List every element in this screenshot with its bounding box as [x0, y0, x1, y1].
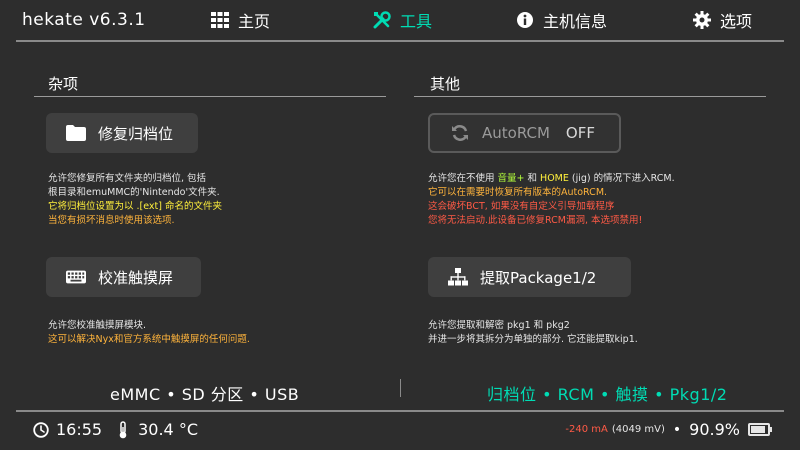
tab-label: 主页 [238, 12, 271, 31]
section-title-other: 其他 [430, 75, 461, 93]
temperature: 30.4 °C [138, 420, 198, 439]
repair-description: 允许您修复所有文件夹的归档位, 包括 根目录和emuMMC的'Nintendo'… [48, 172, 222, 228]
section-divider [34, 96, 386, 97]
desc-line: 这会破坏BCT, 如果没有自定义引导加载程序 [428, 201, 615, 212]
autorcm-description: 允许您在不使用 音量+ 和 HOME (jig) 的情况下进入RCM. 它可以在… [428, 172, 675, 228]
keyboard-icon [66, 267, 86, 287]
button-label: 提取Package1/2 [480, 268, 597, 287]
tab-label: 主机信息 [543, 12, 608, 31]
desc-line: 允许您修复所有文件夹的归档位, 包括 [48, 173, 207, 184]
tab-home[interactable]: 主页 [210, 9, 270, 31]
volume-up-text: 音量+ [497, 173, 525, 184]
battery-icon [748, 423, 772, 436]
section-divider [414, 96, 766, 97]
status-left: 16:55 30.4 °C [32, 420, 198, 439]
autorcm-toggle-button[interactable]: AutoRCM OFF [428, 113, 621, 153]
desc-line: 您将无法启动.此设备已修复RCM漏洞, 本选项禁用! [428, 215, 643, 226]
separator-dot: • [672, 421, 682, 438]
thermometer-icon [114, 420, 132, 439]
info-icon [515, 10, 535, 30]
desc-line: 根目录和emuMMC的'Nintendo'文件夹. [48, 187, 220, 198]
battery-fill [751, 426, 766, 433]
battery-voltage: (4049 mV) [611, 424, 665, 435]
tab-options[interactable]: 选项 [692, 9, 752, 31]
top-bar: hekate v6.3.1 主页 工具 主机信息 选项 [0, 0, 800, 40]
battery-percent: 90.9% [689, 420, 740, 439]
section-title-misc: 杂项 [48, 75, 79, 93]
status-divider [16, 410, 784, 412]
desc-line: 它将归档位设置为以 .[ext] 命名的文件夹 [48, 201, 222, 212]
desc-line: 它可以在需要时恢复所有版本的AutoRCM. [428, 187, 608, 198]
calibrate-description: 允许您校准触摸屏模块. 这可以解决Nyx和官方系统中触摸屏的任何问题. [48, 319, 250, 347]
desc-line: 并进一步将其拆分为单独的部分. 它还能提取kip1. [428, 334, 638, 345]
header-divider [16, 40, 784, 42]
calibrate-touchscreen-button[interactable]: 校准触摸屏 [46, 257, 201, 297]
app-title: hekate v6.3.1 [22, 10, 146, 30]
desc-line: 允许您在不使用 音量+ 和 HOME (jig) 的情况下进入RCM. [428, 173, 675, 184]
repair-archive-bit-button[interactable]: 修复归档位 [46, 113, 198, 153]
tab-label: 工具 [400, 12, 433, 31]
refresh-icon [450, 123, 470, 143]
tab-label: 选项 [720, 12, 753, 31]
button-label: AutoRCM [482, 124, 550, 142]
folder-icon [66, 123, 86, 143]
footer-divider [400, 379, 401, 397]
tab-tools[interactable]: 工具 [372, 9, 432, 31]
desc-line: 允许您提取和解密 pkg1 和 pkg2 [428, 320, 570, 331]
home-text: HOME [540, 173, 569, 184]
grid-icon [210, 10, 230, 30]
desc-line: 允许您校准触摸屏模块. [48, 320, 147, 331]
gear-icon [692, 10, 712, 30]
button-label: 校准触摸屏 [98, 268, 174, 287]
dump-package-button[interactable]: 提取Package1/2 [428, 257, 631, 297]
toggle-state: OFF [565, 124, 595, 142]
battery-current: -240 mA [565, 424, 608, 435]
clock-icon [32, 421, 50, 439]
footer-left-label: eMMC • SD 分区 • USB [110, 385, 300, 404]
status-right: -240 mA (4049 mV) • 90.9% [565, 420, 772, 439]
tab-host-info[interactable]: 主机信息 [515, 9, 607, 31]
button-label: 修复归档位 [98, 124, 174, 143]
package-description: 允许您提取和解密 pkg1 和 pkg2 并进一步将其拆分为单独的部分. 它还能… [428, 319, 638, 347]
tools-icon [372, 10, 392, 30]
tree-icon [448, 267, 468, 287]
clock-time: 16:55 [56, 420, 103, 439]
desc-line: 当您有损坏消息时使用该选项. [48, 215, 175, 226]
desc-line: 这可以解决Nyx和官方系统中触摸屏的任何问题. [48, 334, 250, 345]
footer-right-label: 归档位 • RCM • 触摸 • Pkg1/2 [487, 385, 728, 404]
